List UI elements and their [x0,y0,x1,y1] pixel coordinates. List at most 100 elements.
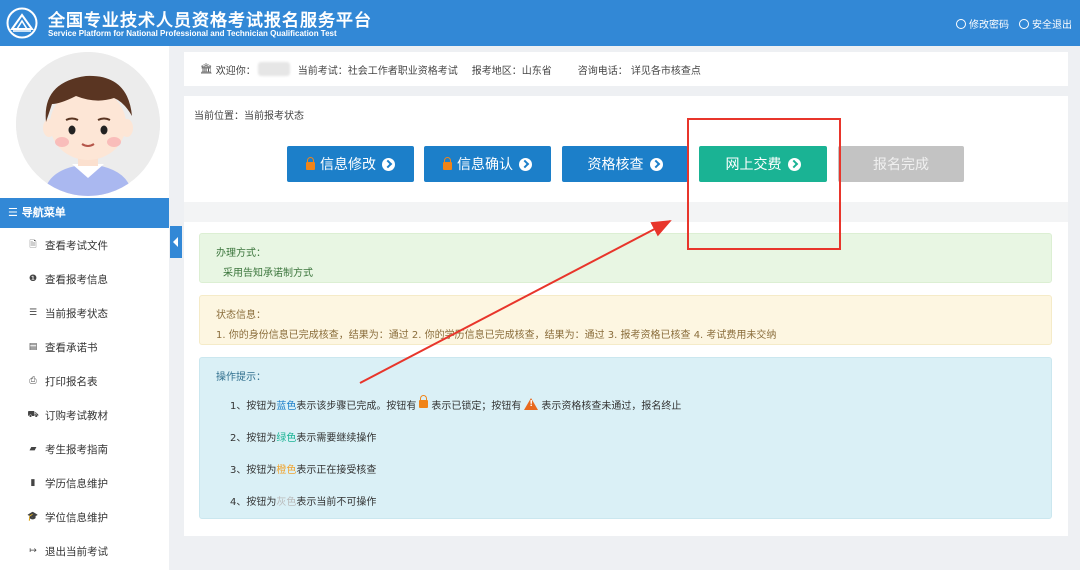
sidebar-item-education[interactable]: ▮ 学历信息维护 [0,466,169,500]
welcome-label: 欢迎你： [215,65,256,77]
lock-icon [419,395,429,408]
tip-text: 3、按钮为 [230,464,277,476]
top-header: 全国专业技术人员资格考试报名服务平台 Service Platform for … [0,0,1080,46]
sidebar-item-degree[interactable]: 🎓 学位信息维护 [0,500,169,534]
cart-icon: ⛟ [27,409,39,420]
chevron-right-icon [382,157,395,171]
power-icon [1019,18,1029,29]
sidebar-item-label: 学位信息维护 [45,511,108,524]
sidebar-item-exit-exam[interactable]: ↦ 退出当前考试 [0,534,169,568]
bank-icon: 🏛 [200,63,213,75]
sidebar: ☰ 导航菜单 🗎 查看考试文件 ❶ 查看报考信息 ☰ 当前报考状态 ▤ 查看承诺书 ⎙ 打… [0,46,169,570]
username-redacted [257,62,290,76]
change-password-label: 修改密码 [969,20,1009,31]
step-qualification-check-button[interactable]: 资格核查 [562,146,688,182]
tip-text: 2、按钮为 [230,432,277,444]
tip-text: 表示已锁定；按钮有 [431,400,522,412]
step-label: 信息修改 [320,157,376,173]
logout-link[interactable]: 安全退出 [1019,16,1072,31]
sidebar-item-guide[interactable]: ▰ 考生报考指南 [0,432,169,466]
step-label: 资格核查 [587,157,644,173]
print-icon: ⎙ [29,376,37,386]
sidebar-item-label: 学历信息维护 [45,477,108,490]
chevron-right-icon [649,157,663,171]
sidebar-item-current-status[interactable]: ☰ 当前报考状态 [0,296,169,330]
lock-icon [443,157,452,170]
sidebar-item-label: 订购考试教材 [45,409,108,422]
book-icon: ▰ [29,444,37,454]
nav-menu: 🗎 查看考试文件 ❶ 查看报考信息 ☰ 当前报考状态 ▤ 查看承诺书 ⎙ 打印报名表 ⛟ 订… [0,228,169,568]
status-title: 状态信息： [216,310,266,321]
tip-text: 表示需要继续操作 [296,432,377,444]
tip-color-word: 蓝色 [276,400,297,412]
site-subtitle: Service Platform for National Profession… [48,29,337,38]
nav-menu-header: ☰ 导航菜单 [0,198,169,228]
method-title: 办理方式： [216,248,266,259]
tips-alert: 操作提示： 1、按钮为 蓝色 表示该步骤已完成。按钮有 表示已锁定；按钮有 表示… [199,357,1052,519]
tips-title: 操作提示： [216,372,266,383]
tip-orange: 3、按钮为 橙色 表示正在接受核查 [230,457,1035,479]
sidebar-item-label: 打印报名表 [45,375,98,388]
tip-text: 表示资格核查未通过，报名终止 [541,400,682,412]
main-panel: 当前位置：当前报考状态 信息修改 信息确认 资格核查 网上交费 报名完成 办理方… [184,96,1068,536]
breadcrumb: 当前位置：当前报考状态 [194,111,304,122]
chevron-right-icon [519,157,532,171]
sidebar-item-order-books[interactable]: ⛟ 订购考试教材 [0,398,169,432]
sign-out-icon: ↦ [29,546,37,556]
lock-icon [306,157,315,170]
avatar-icon [16,52,160,196]
tip-color-word: 绿色 [276,432,297,444]
tip-text: 4、按钮为 [230,496,277,508]
current-exam: 当前考试：社会工作者职业资格考试 [297,65,458,77]
chevron-right-icon [787,157,801,171]
list-icon: ☰ [28,308,38,318]
sidebar-item-label: 考生报考指南 [45,443,108,456]
avatar [16,52,160,196]
exam-region: 报考地区：山东省 [471,65,552,77]
tip-green: 2、按钮为 绿色 表示需要继续操作 [230,425,1035,447]
edit-icon [956,18,966,29]
sidebar-item-print-form[interactable]: ⎙ 打印报名表 [0,364,169,398]
site-title: 全国专业技术人员资格考试报名服务平台 [48,11,372,31]
tip-text: 表示正在接受核查 [296,464,377,476]
tip-blue: 1、按钮为 蓝色 表示该步骤已完成。按钮有 表示已锁定；按钮有 表示资格核查未通… [230,393,1035,415]
sidebar-collapse-toggle[interactable] [170,226,182,258]
document-icon: ▮ [30,478,36,488]
method-content: 采用告知承诺制方式 [223,268,313,279]
user-info-bar: 🏛 欢迎你： 当前考试：社会工作者职业资格考试 报考地区：山东省 咨询电话： 详… [184,52,1068,86]
method-alert: 办理方式： 采用告知承诺制方式 [199,233,1052,283]
sidebar-item-label: 退出当前考试 [45,545,108,558]
id-card-icon: ▤ [28,342,38,352]
sidebar-item-exam-info[interactable]: ❶ 查看报考信息 [0,262,169,296]
step-label: 报名完成 [873,157,929,173]
tip-color-word: 橙色 [276,464,297,476]
step-info-confirm-button[interactable]: 信息确认 [424,146,551,182]
tip-color-word: 灰色 [276,496,297,508]
step-label: 信息确认 [457,157,513,173]
logo-icon [6,7,38,39]
info-icon: ❶ [28,274,38,284]
step-label: 网上交费 [725,157,782,173]
steps-divider [184,202,1068,222]
sidebar-item-label: 查看考试文件 [45,239,108,252]
sidebar-item-exam-files[interactable]: 🗎 查看考试文件 [0,228,169,262]
step-registration-complete-button[interactable]: 报名完成 [838,146,964,182]
logout-label: 安全退出 [1032,20,1072,31]
tip-gray: 4、按钮为 灰色 表示当前不可操作 [230,489,1035,511]
status-alert: 状态信息： 1. 你的身份信息已完成核查，结果为：通过 2. 你的学历信息已完成… [199,295,1052,345]
sidebar-item-label: 当前报考状态 [45,307,108,320]
status-content: 1. 你的身份信息已完成核查，结果为：通过 2. 你的学历信息已完成核查，结果为… [216,330,777,341]
sidebar-item-commitment[interactable]: ▤ 查看承诺书 [0,330,169,364]
warning-icon [524,398,539,410]
graduation-cap-icon: 🎓 [27,512,39,522]
tip-text: 表示该步骤已完成。按钮有 [296,400,417,412]
sidebar-item-label: 查看承诺书 [45,341,98,354]
change-password-link[interactable]: 修改密码 [956,16,1009,31]
tip-text: 1、按钮为 [230,400,277,412]
step-info-modify-button[interactable]: 信息修改 [287,146,414,182]
contact-phone: 咨询电话： 详见各市核查点 [577,65,701,77]
tip-text: 表示当前不可操作 [296,496,377,508]
sidebar-item-label: 查看报考信息 [45,273,108,286]
file-icon: 🗎 [29,240,37,250]
step-online-payment-button[interactable]: 网上交费 [699,146,827,182]
